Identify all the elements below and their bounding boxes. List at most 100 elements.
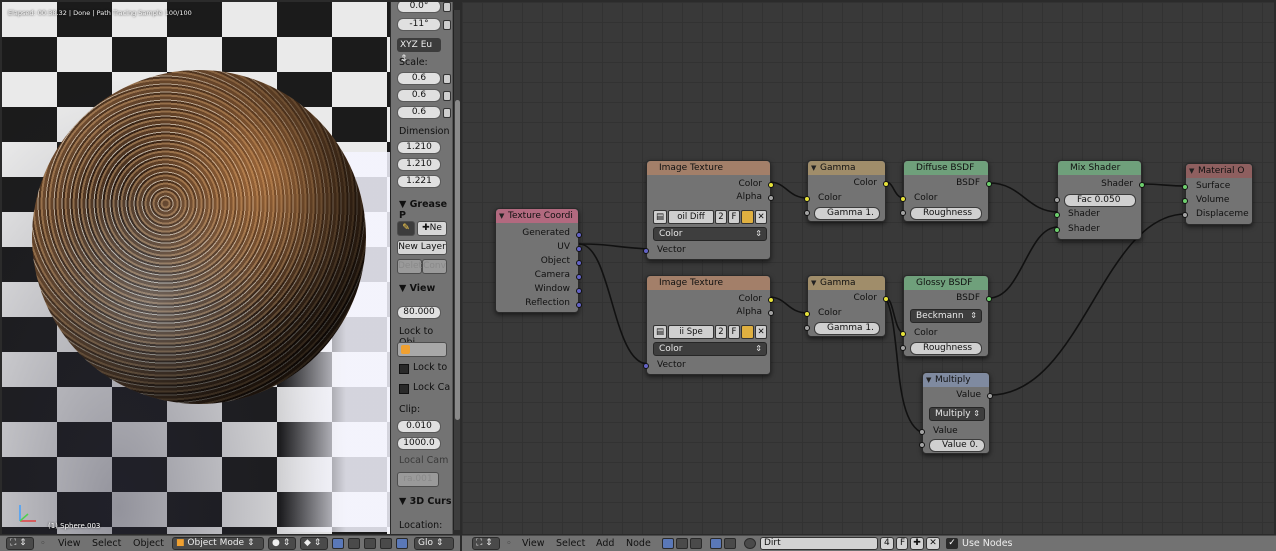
input-socket[interactable] [900,331,906,337]
lock-icon[interactable] [443,20,451,30]
collapse-arrow-icon[interactable]: ▼ [811,276,816,290]
fake-user-button[interactable]: F [728,210,740,224]
node-image-texture[interactable]: Image Texture Color Alpha ▤ ii Spe 2 F ✕… [643,275,774,375]
gamma-field[interactable]: Gamma 1. [814,322,880,335]
3d-cursor-header[interactable]: ▼ 3D Curs [399,496,452,507]
fake-user-button[interactable]: F [896,537,908,550]
image-name[interactable]: ii Spe [668,325,714,339]
menu-view[interactable]: View [522,538,545,550]
node-header[interactable]: Image Texture [647,276,770,290]
output-socket[interactable] [576,274,582,280]
node-header[interactable]: ▼ Multiply [923,373,989,387]
layers-icon[interactable] [396,538,408,549]
menu-toggle-icon[interactable]: ◦ [40,538,46,550]
material-users[interactable]: 4 [880,537,894,550]
input-socket[interactable] [643,248,649,254]
colorspace-select[interactable]: Color ⇕ [653,342,767,356]
material-name-field[interactable]: Dirt [760,537,878,550]
node-header[interactable]: Glossy BSDF [904,276,988,290]
node-gamma[interactable]: ▼ Gamma Color Color Gamma 1. [804,160,889,222]
rotate-icon[interactable] [364,538,376,549]
camera-object-field[interactable]: ra.001 [397,472,439,487]
lens-field[interactable]: 80.000 [397,306,441,319]
node-math-multiply[interactable]: ▼ Multiply Value Multiply ⇕ Value Value 0. [919,372,993,454]
pivot-select[interactable]: ◆ ⇕ [300,537,328,550]
input-socket[interactable] [900,196,906,202]
output-socket[interactable] [768,195,774,201]
node-header[interactable]: ▼ Gamma [808,276,885,290]
lock-to-cursor-checkbox[interactable] [399,364,409,374]
image-users[interactable]: 2 [715,210,727,224]
use-nodes-checkbox[interactable]: ✓ [946,538,958,549]
scale-icon[interactable] [380,538,392,549]
lock-object-picker[interactable] [397,342,447,357]
node-gamma[interactable]: ▼ Gamma Color Color Gamma 1. [804,275,889,337]
output-socket[interactable] [576,302,582,308]
3d-viewport[interactable]: Elapsed: 00:38.32 | Done | Path Tracing … [2,2,390,534]
distribution-select[interactable]: Beckmann ⇕ [910,309,982,323]
math-operation-select[interactable]: Multiply ⇕ [929,407,985,421]
collapse-arrow-icon[interactable]: ▼ [811,161,816,175]
input-socket[interactable] [1054,197,1060,203]
input-socket[interactable] [804,325,810,331]
unlink-icon[interactable]: ✕ [755,325,767,339]
collapse-arrow-icon[interactable]: ▼ [499,209,504,223]
output-socket[interactable] [986,181,992,187]
dimension-y-field[interactable]: 1.210 [397,158,441,171]
node-header[interactable]: Mix Shader [1058,161,1141,175]
scale-y-field[interactable]: 0.6 [397,89,441,102]
input-socket[interactable] [643,363,649,369]
node-header[interactable]: Diffuse BSDF [904,161,988,175]
menu-select[interactable]: Select [556,538,585,550]
menu-toggle-icon[interactable]: ◦ [506,538,512,550]
node-texture-coordinate[interactable]: ▼ Texture Coordi Generated UV Object Came… [495,208,582,313]
input-socket[interactable] [1054,212,1060,218]
translate-icon[interactable] [348,538,360,549]
gamma-field[interactable]: Gamma 1. [814,207,880,220]
menu-select[interactable]: Select [92,538,121,550]
orientation-select[interactable]: Glo ⇕ [414,537,454,550]
menu-add[interactable]: Add [596,538,614,550]
roughness-field[interactable]: Roughness [910,342,982,355]
unlink-icon[interactable]: ✕ [926,537,940,550]
grease-pencil-header[interactable]: ▼ Grease P [399,199,452,221]
node-diffuse-bsdf[interactable]: Diffuse BSDF BSDF Color Roughness [900,160,992,222]
dimension-z-field[interactable]: 1.221 [397,175,441,188]
collapse-arrow-icon[interactable]: ▼ [926,373,931,387]
delete-button[interactable]: Delet [397,259,422,274]
image-browse-icon[interactable]: ▤ [653,325,667,339]
scale-z-field[interactable]: 0.6 [397,106,441,119]
node-mix-shader[interactable]: Mix Shader Shader Fac 0.050 Shader Shade… [1054,160,1145,240]
image-users[interactable]: 2 [715,325,727,339]
input-socket[interactable] [900,345,906,351]
input-socket[interactable] [1182,184,1188,190]
convert-button[interactable]: Conv [422,259,447,274]
open-folder-icon[interactable] [741,210,754,224]
world-shader-icon[interactable] [724,538,736,549]
grease-new-button[interactable]: ✚Ne [417,221,447,236]
object-shader-icon[interactable] [710,538,722,549]
lock-camera-checkbox[interactable] [399,384,409,394]
rotation-z-field[interactable]: -11° [397,18,441,31]
output-socket[interactable] [883,296,889,302]
rotation-mode-select[interactable]: XYZ Eu ⇕ [397,38,441,64]
add-material-icon[interactable]: ✚ [910,537,924,550]
value-field[interactable]: Value 0. [929,439,985,452]
dimension-x-field[interactable]: 1.210 [397,141,441,154]
lock-icon[interactable] [443,2,451,12]
view-header[interactable]: ▼ View [399,283,435,294]
compositing-nodes-icon[interactable] [676,538,688,549]
input-socket[interactable] [1054,227,1060,233]
lock-icon[interactable] [443,91,451,101]
image-selector[interactable]: ▤ ii Spe 2 F ✕ [653,325,767,339]
input-socket[interactable] [1182,212,1188,218]
lock-icon[interactable] [443,108,451,118]
node-glossy-bsdf[interactable]: Glossy BSDF BSDF Beckmann ⇕ Color Roughne… [900,275,992,357]
rendered-sphere[interactable] [32,70,366,404]
output-socket[interactable] [883,181,889,187]
node-header[interactable]: ▼ Gamma [808,161,885,175]
output-socket[interactable] [768,182,774,188]
node-header[interactable]: ▼ Material O [1186,164,1252,178]
unlink-icon[interactable]: ✕ [755,210,767,224]
editor-type-icon[interactable]: ⛶ ⇕ [472,537,500,550]
